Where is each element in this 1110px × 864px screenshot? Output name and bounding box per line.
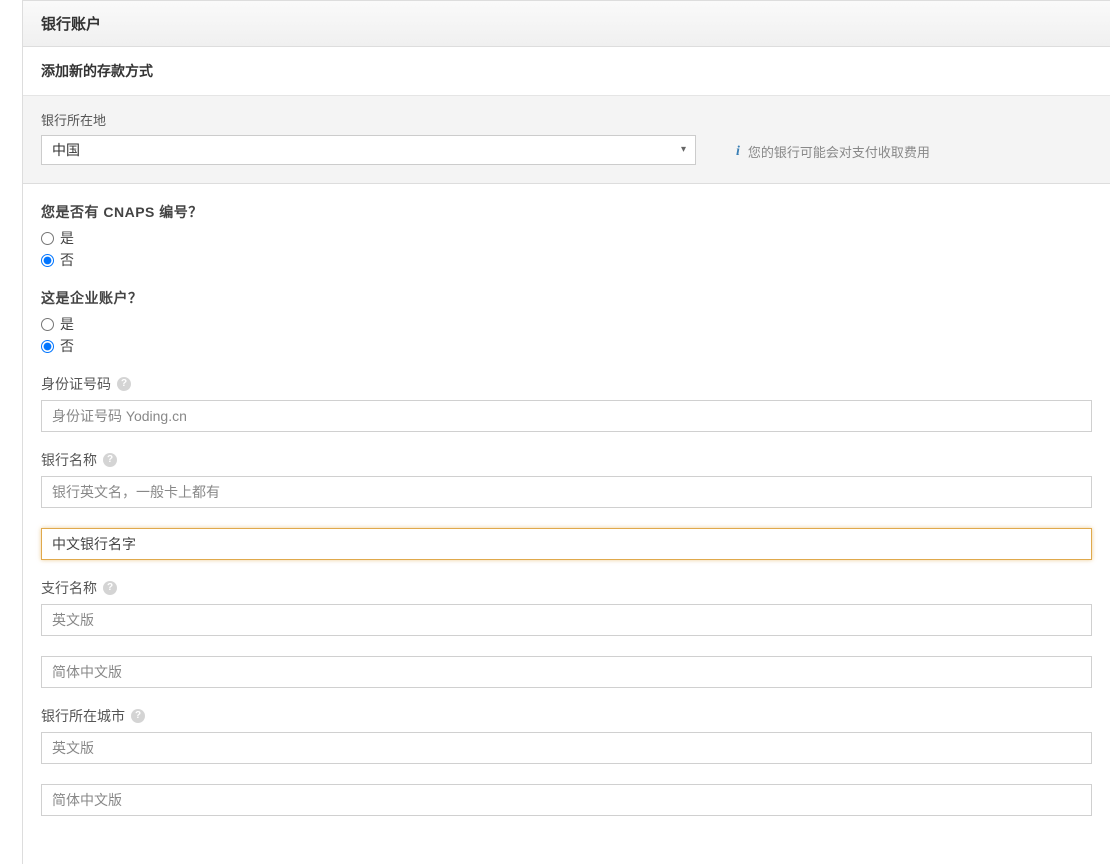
- info-icon: i: [736, 144, 740, 160]
- cnaps-yes-label: 是: [60, 228, 74, 248]
- help-icon[interactable]: ?: [103, 453, 117, 467]
- cnaps-question-group: 您是否有 CNAPS 编号？ 是 否: [41, 202, 1092, 270]
- bank-location-label: 银行所在地: [41, 110, 696, 129]
- corporate-yes-label: 是: [60, 314, 74, 334]
- corporate-yes-radio[interactable]: [41, 318, 54, 331]
- branch-name-en-input[interactable]: [41, 604, 1092, 636]
- cnaps-yes-row[interactable]: 是: [41, 228, 1092, 248]
- bank-city-en-input[interactable]: [41, 732, 1092, 764]
- help-icon[interactable]: ?: [131, 709, 145, 723]
- corporate-no-label: 否: [60, 336, 74, 356]
- corporate-no-radio[interactable]: [41, 340, 54, 353]
- corporate-question-group: 这是企业账户？ 是 否: [41, 288, 1092, 356]
- corporate-question-label: 这是企业账户？: [41, 288, 1092, 308]
- bank-account-form: 银行账户 添加新的存款方式 银行所在地 中国 ▾ i 您的银行可能会对支付收取费…: [22, 0, 1110, 864]
- id-number-input[interactable]: [41, 400, 1092, 432]
- bank-name-cn-input[interactable]: [41, 528, 1092, 560]
- bank-city-group: 银行所在城市 ?: [41, 706, 1092, 816]
- bank-name-group: 银行名称 ?: [41, 450, 1092, 560]
- bank-city-label: 银行所在城市: [41, 706, 125, 726]
- section-title: 银行账户: [23, 1, 1110, 47]
- fee-info-text: 您的银行可能会对支付收取费用: [748, 142, 930, 161]
- branch-name-label: 支行名称: [41, 578, 97, 598]
- corporate-no-row[interactable]: 否: [41, 336, 1092, 356]
- cnaps-question-label: 您是否有 CNAPS 编号？: [41, 202, 1092, 222]
- bank-name-label: 银行名称: [41, 450, 97, 470]
- bank-city-cn-input[interactable]: [41, 784, 1092, 816]
- cnaps-no-radio[interactable]: [41, 254, 54, 267]
- branch-name-group: 支行名称 ?: [41, 578, 1092, 688]
- branch-name-cn-input[interactable]: [41, 656, 1092, 688]
- cnaps-no-label: 否: [60, 250, 74, 270]
- section-subtitle: 添加新的存款方式: [23, 47, 1110, 96]
- id-number-group: 身份证号码 ?: [41, 374, 1092, 432]
- corporate-yes-row[interactable]: 是: [41, 314, 1092, 334]
- fee-info: i 您的银行可能会对支付收取费用: [736, 142, 930, 165]
- help-icon[interactable]: ?: [117, 377, 131, 391]
- cnaps-no-row[interactable]: 否: [41, 250, 1092, 270]
- bank-location-select[interactable]: 中国: [41, 135, 696, 165]
- bank-name-en-input[interactable]: [41, 476, 1092, 508]
- cnaps-yes-radio[interactable]: [41, 232, 54, 245]
- id-number-label: 身份证号码: [41, 374, 111, 394]
- help-icon[interactable]: ?: [103, 581, 117, 595]
- bank-location-block: 银行所在地 中国 ▾ i 您的银行可能会对支付收取费用: [23, 96, 1110, 184]
